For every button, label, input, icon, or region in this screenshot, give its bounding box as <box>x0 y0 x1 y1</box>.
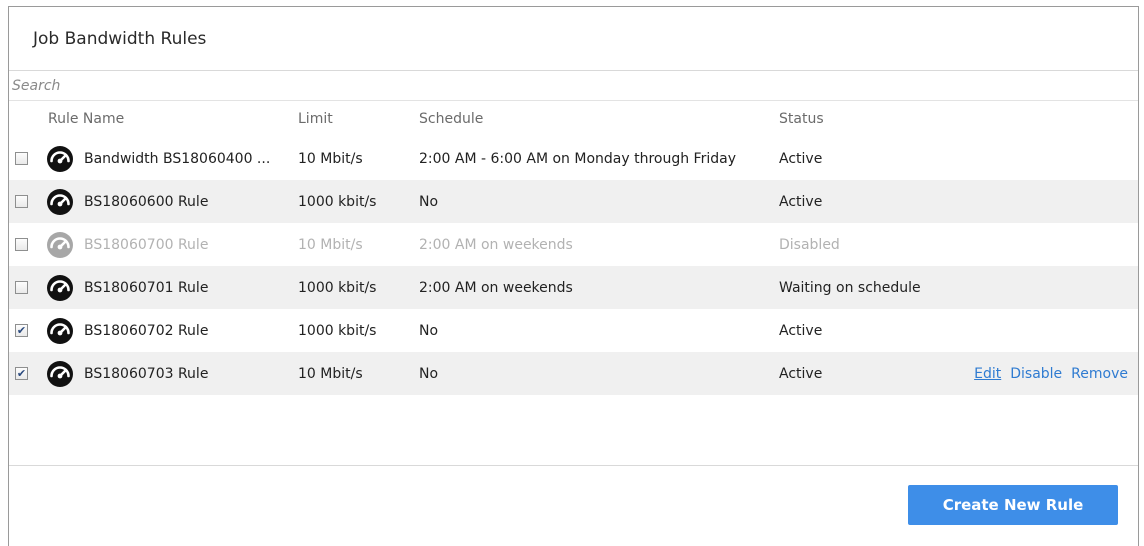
rule-schedule: No <box>419 193 439 210</box>
speedometer-gauge-icon <box>45 180 79 223</box>
edit-link[interactable]: Edit <box>974 366 1001 382</box>
rule-name: BS18060700 Rule <box>84 236 209 253</box>
rules-table: Rule Name Limit Schedule Status Bandwidt… <box>9 101 1138 395</box>
rule-status: Active <box>779 150 823 167</box>
rule-name: BS18060703 Rule <box>84 365 209 382</box>
table-row[interactable]: BS18060600 Rule 1000 kbit/s No Active <box>9 180 1138 223</box>
column-header-schedule[interactable]: Schedule <box>419 101 779 137</box>
table-row[interactable]: BS18060701 Rule 1000 kbit/s 2:00 AM on w… <box>9 266 1138 309</box>
row-checkbox[interactable] <box>15 152 28 165</box>
speedometer-gauge-icon <box>45 137 79 180</box>
speedometer-gauge-icon <box>45 266 79 309</box>
rule-status: Active <box>779 322 823 339</box>
bandwidth-rules-panel: Job Bandwidth Rules Rule Name Limit Sche… <box>8 6 1139 546</box>
disable-link[interactable]: Disable <box>1010 366 1062 382</box>
row-actions: Edit Disable Remove <box>938 352 1128 395</box>
rule-schedule: 2:00 AM - 6:00 AM on Monday through Frid… <box>419 150 736 167</box>
column-header-limit[interactable]: Limit <box>298 101 413 137</box>
panel-header: Job Bandwidth Rules <box>9 7 1138 71</box>
search-bar <box>9 71 1138 101</box>
remove-link[interactable]: Remove <box>1071 366 1128 382</box>
row-checkbox[interactable] <box>15 281 28 294</box>
rule-name: Bandwidth BS18060400 ... <box>84 150 271 167</box>
rule-limit: 10 Mbit/s <box>298 150 363 167</box>
rule-schedule: No <box>419 365 439 382</box>
row-checkbox[interactable]: ✔ <box>15 324 28 337</box>
panel-footer: Create New Rule <box>9 465 1138 546</box>
rule-limit: 10 Mbit/s <box>298 365 363 382</box>
table-row[interactable]: ✔ BS18060702 Rule 1000 kbit/s No Active <box>9 309 1138 352</box>
rule-name: BS18060701 Rule <box>84 279 209 296</box>
table-row[interactable]: BS18060700 Rule 10 Mbit/s 2:00 AM on wee… <box>9 223 1138 266</box>
speedometer-gauge-icon <box>45 223 79 266</box>
rule-limit: 1000 kbit/s <box>298 279 377 296</box>
page-title: Job Bandwidth Rules <box>33 28 207 49</box>
rule-name: BS18060702 Rule <box>84 322 209 339</box>
speedometer-gauge-icon <box>45 352 79 395</box>
row-checkbox[interactable]: ✔ <box>15 367 28 380</box>
table-row[interactable]: ✔ BS18060703 Rule 10 Mbit/s No Active Ed… <box>9 352 1138 395</box>
rule-limit: 1000 kbit/s <box>298 193 377 210</box>
row-checkbox[interactable] <box>15 195 28 208</box>
table-header: Rule Name Limit Schedule Status <box>9 101 1138 137</box>
rule-limit: 1000 kbit/s <box>298 322 377 339</box>
rule-status: Waiting on schedule <box>779 279 921 296</box>
rule-status: Active <box>779 365 823 382</box>
rule-schedule: No <box>419 322 439 339</box>
rule-limit: 10 Mbit/s <box>298 236 363 253</box>
rule-name: BS18060600 Rule <box>84 193 209 210</box>
column-header-status[interactable]: Status <box>779 101 949 137</box>
rule-schedule: 2:00 AM on weekends <box>419 279 573 296</box>
table-row[interactable]: Bandwidth BS18060400 ... 10 Mbit/s 2:00 … <box>9 137 1138 180</box>
rule-status: Active <box>779 193 823 210</box>
create-new-rule-button[interactable]: Create New Rule <box>908 485 1118 525</box>
speedometer-gauge-icon <box>45 309 79 352</box>
search-input[interactable] <box>12 77 612 94</box>
rule-status: Disabled <box>779 236 840 253</box>
column-header-rule-name[interactable]: Rule Name <box>48 101 258 137</box>
row-checkbox[interactable] <box>15 238 28 251</box>
rule-schedule: 2:00 AM on weekends <box>419 236 573 253</box>
